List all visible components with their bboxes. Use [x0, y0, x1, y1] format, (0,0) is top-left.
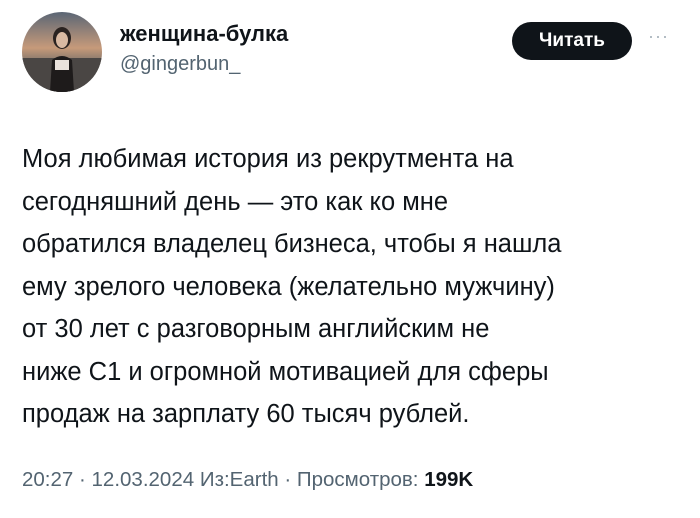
tweet-text-line: Моя любимая история из рекрутмента на — [22, 145, 514, 173]
tweet-text-line: ему зрелого человека (желательно мужчину… — [22, 272, 555, 301]
tweet-text-line: сегодняшний день — это как ко мне — [22, 187, 449, 216]
tweet-time[interactable]: 20:27 — [22, 468, 73, 491]
tweet-source: Из:Earth — [199, 468, 279, 491]
tweet-text-line: от 30 лет с разговорным английским не — [22, 315, 490, 343]
more-horizontal-icon[interactable]: ··· — [648, 26, 678, 46]
tweet-text: Моя любимая история из рекрутмента на се… — [22, 138, 682, 436]
tweet-text-line: обратился владелец бизнеса, чтобы я нашл… — [22, 230, 562, 258]
avatar-image — [22, 12, 102, 92]
views-label: Просмотров: — [296, 468, 419, 491]
tweet-date[interactable]: 12.03.2024 — [92, 468, 195, 491]
tweet-header: женщина-булка @gingerbun_ Читать ··· — [22, 12, 678, 92]
avatar[interactable] — [22, 12, 102, 92]
author-display-name[interactable]: женщина-булка — [120, 20, 288, 48]
tweet-text-line: продаж на зарплату 60 тысяч рублей. — [22, 400, 470, 428]
follow-button[interactable]: Читать — [512, 22, 632, 60]
meta-separator: · — [73, 468, 92, 491]
author-handle[interactable]: @gingerbun_ — [120, 50, 288, 78]
tweet-text-line: ниже C1 и огромной мотивацией для сферы — [22, 357, 549, 386]
tweet-meta: 20:27 · 12.03.2024 Из:Earth · Просмотров… — [22, 466, 473, 494]
meta-separator: · — [278, 468, 297, 491]
views-count[interactable]: 199K — [424, 468, 473, 491]
